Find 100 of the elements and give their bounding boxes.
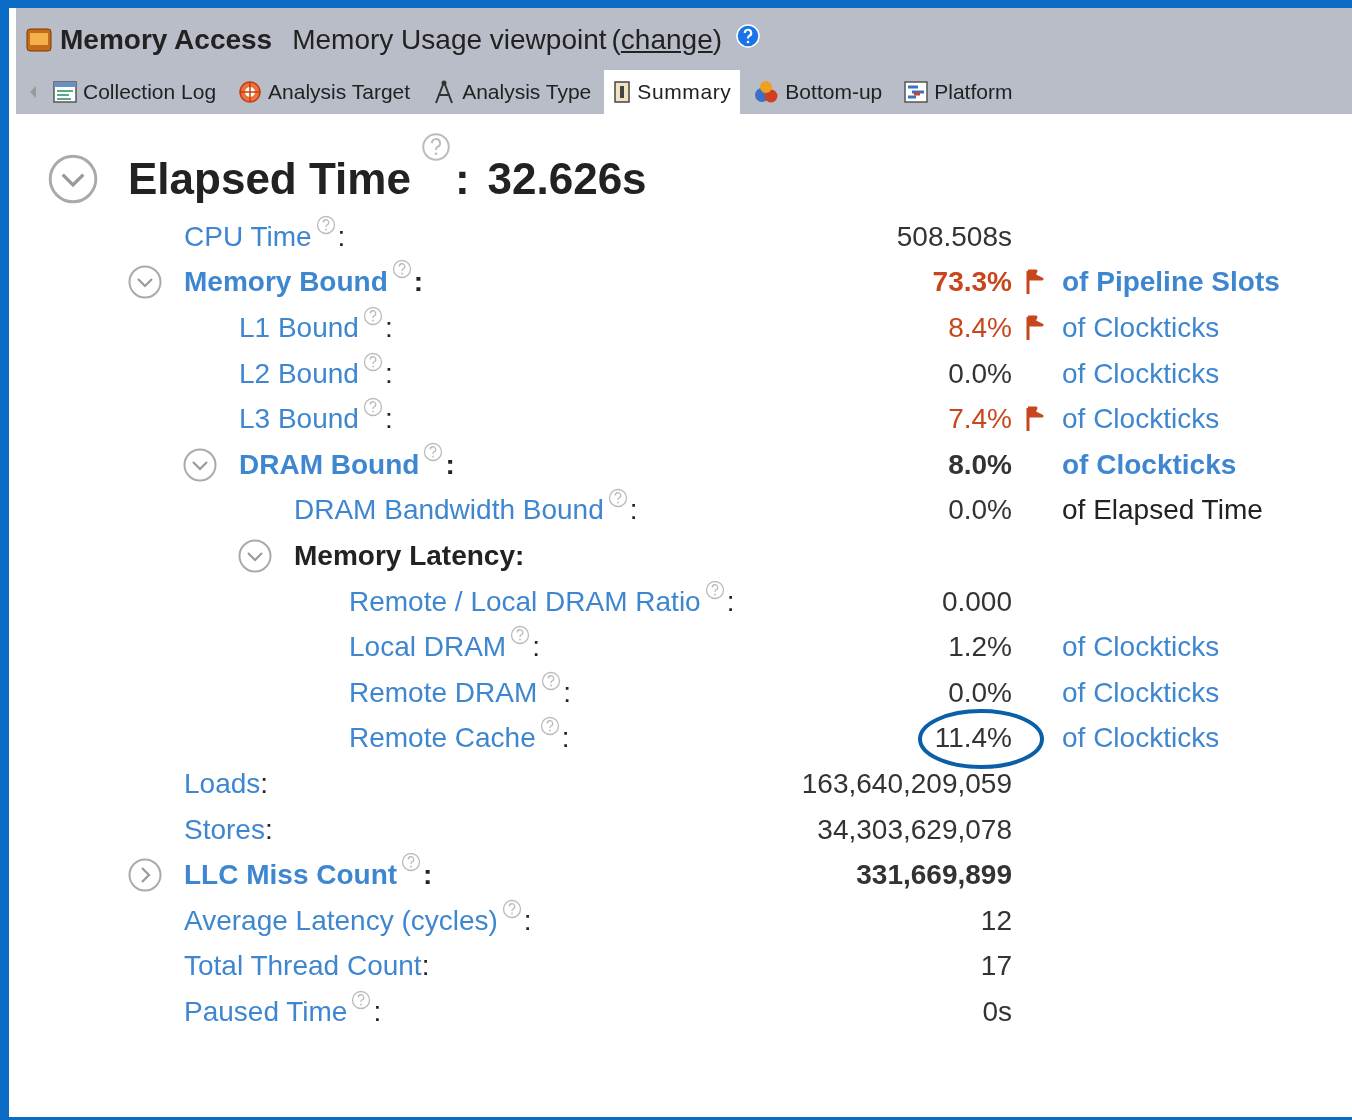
expand-toggle-icon[interactable] bbox=[183, 447, 217, 482]
help-icon[interactable] bbox=[351, 989, 372, 1010]
metric-value: 163,640,209,059 bbox=[801, 767, 1012, 799]
metric-link[interactable]: DRAM Bandwidth Bound bbox=[294, 494, 604, 527]
colon: : bbox=[726, 585, 735, 618]
metric-link[interactable]: DRAM Bound bbox=[239, 448, 420, 481]
colon: : bbox=[421, 950, 430, 983]
metric-link[interactable]: Local DRAM bbox=[349, 631, 507, 664]
tab[interactable]: Analysis Target bbox=[229, 70, 420, 114]
colon: : bbox=[384, 357, 393, 390]
metric-link[interactable]: L2 Bound bbox=[239, 357, 359, 390]
metric-unit: of Clockticks bbox=[1062, 676, 1220, 708]
metric-link[interactable]: Memory Bound bbox=[184, 266, 388, 299]
metric-value: 0.0% bbox=[948, 494, 1012, 526]
help-icon[interactable] bbox=[704, 579, 725, 600]
colon: : bbox=[454, 154, 470, 204]
metric-link[interactable]: CPU Time bbox=[184, 220, 312, 253]
help-icon[interactable] bbox=[423, 441, 444, 462]
metric-value: 73.3% bbox=[932, 266, 1012, 298]
metric-unit: of Clockticks bbox=[1062, 631, 1220, 663]
metric-value: 17 bbox=[980, 950, 1012, 982]
flag-icon bbox=[1026, 406, 1044, 433]
colon: : bbox=[523, 904, 532, 937]
help-icon[interactable] bbox=[391, 259, 412, 280]
help-icon[interactable] bbox=[501, 898, 522, 919]
tab[interactable]: Bottom-up bbox=[744, 70, 892, 114]
colon: : bbox=[561, 722, 570, 755]
metric-link[interactable]: Paused Time bbox=[184, 995, 348, 1028]
metric-unit: of Clockticks bbox=[1062, 403, 1220, 435]
metric-link[interactable]: Remote / Local DRAM Ratio bbox=[349, 585, 701, 618]
elapsed-value: 32.626s bbox=[487, 154, 647, 204]
group-label: Memory Latency: bbox=[294, 539, 525, 572]
metric-unit: of Clockticks bbox=[1062, 722, 1220, 754]
change-link[interactable]: change bbox=[620, 24, 713, 56]
metric-link[interactable]: Total Thread Count bbox=[184, 950, 422, 983]
colon: : bbox=[629, 494, 638, 527]
metric-link[interactable]: Loads bbox=[184, 767, 261, 800]
help-icon[interactable] bbox=[420, 132, 451, 162]
metric-value: 8.4% bbox=[948, 312, 1012, 343]
colon: : bbox=[337, 220, 346, 253]
colon: : bbox=[264, 813, 273, 846]
help-icon[interactable] bbox=[607, 488, 628, 509]
colon: : bbox=[413, 266, 424, 299]
metric-value: 8.0% bbox=[948, 448, 1012, 480]
metric-unit: of Clockticks bbox=[1062, 448, 1237, 480]
section-title: Elapsed Time bbox=[128, 154, 411, 204]
metric-unit: of Clockticks bbox=[1062, 357, 1220, 389]
metric-value: 7.4% bbox=[948, 403, 1012, 435]
tab[interactable]: Platform bbox=[895, 70, 1022, 114]
expand-toggle-icon[interactable] bbox=[238, 538, 272, 573]
flag-icon bbox=[1026, 269, 1044, 296]
colon: : bbox=[384, 312, 393, 344]
app-icon bbox=[26, 28, 52, 52]
expand-toggle-icon[interactable] bbox=[128, 265, 162, 300]
metric-value: 11.4% bbox=[934, 722, 1012, 754]
metric-link[interactable]: Average Latency (cycles) bbox=[184, 904, 498, 937]
bracket: ) bbox=[712, 24, 723, 56]
metric-link[interactable]: L1 Bound bbox=[239, 312, 359, 344]
tab[interactable]: Summary bbox=[604, 70, 741, 114]
colon: : bbox=[260, 767, 269, 800]
log-window-icon bbox=[53, 81, 77, 103]
metric-link[interactable]: LLC Miss Count bbox=[184, 859, 398, 892]
bracket: ( bbox=[611, 24, 621, 56]
help-icon[interactable] bbox=[362, 306, 383, 326]
metric-unit: of Pipeline Slots bbox=[1062, 266, 1280, 298]
metric-link[interactable]: Remote Cache bbox=[349, 722, 536, 755]
flag-icon bbox=[1026, 315, 1044, 341]
metric-value: 331,669,899 bbox=[856, 859, 1012, 891]
analysis-title: Memory Access bbox=[60, 24, 273, 56]
metric-unit: of Clockticks bbox=[1062, 312, 1220, 343]
colon: : bbox=[445, 448, 455, 481]
tab[interactable]: Analysis Type bbox=[423, 70, 601, 114]
metric-value: 0.0% bbox=[948, 676, 1012, 708]
target-icon bbox=[238, 80, 263, 104]
metric-value: 0.000 bbox=[941, 585, 1012, 617]
metric-value: 0s bbox=[982, 995, 1012, 1027]
metric-value: 12 bbox=[980, 904, 1012, 936]
help-icon[interactable] bbox=[362, 351, 383, 372]
metric-unit: of Elapsed Time bbox=[1062, 494, 1263, 526]
help-icon[interactable] bbox=[401, 852, 422, 873]
metric-link[interactable]: Stores bbox=[184, 813, 265, 846]
colon: : bbox=[563, 676, 572, 709]
metric-value: 508.508s bbox=[896, 220, 1012, 252]
colon: : bbox=[532, 631, 540, 664]
help-icon[interactable] bbox=[315, 214, 336, 235]
spheres-icon bbox=[753, 80, 780, 104]
help-icon[interactable] bbox=[362, 397, 383, 418]
metric-value: 0.0% bbox=[948, 357, 1012, 389]
collapse-toggle-icon[interactable] bbox=[48, 154, 98, 204]
tab[interactable]: Collection Log bbox=[44, 70, 226, 114]
help-icon[interactable] bbox=[539, 716, 560, 737]
expand-toggle-icon[interactable] bbox=[128, 858, 162, 893]
colon: : bbox=[423, 859, 433, 892]
help-icon[interactable] bbox=[541, 670, 562, 691]
colon: : bbox=[373, 995, 382, 1028]
metric-link[interactable]: L3 Bound bbox=[239, 403, 359, 436]
help-icon[interactable] bbox=[510, 625, 531, 646]
colon: : bbox=[384, 403, 393, 436]
metric-link[interactable]: Remote DRAM bbox=[349, 676, 538, 709]
metric-value: 34,303,629,078 bbox=[817, 813, 1012, 845]
